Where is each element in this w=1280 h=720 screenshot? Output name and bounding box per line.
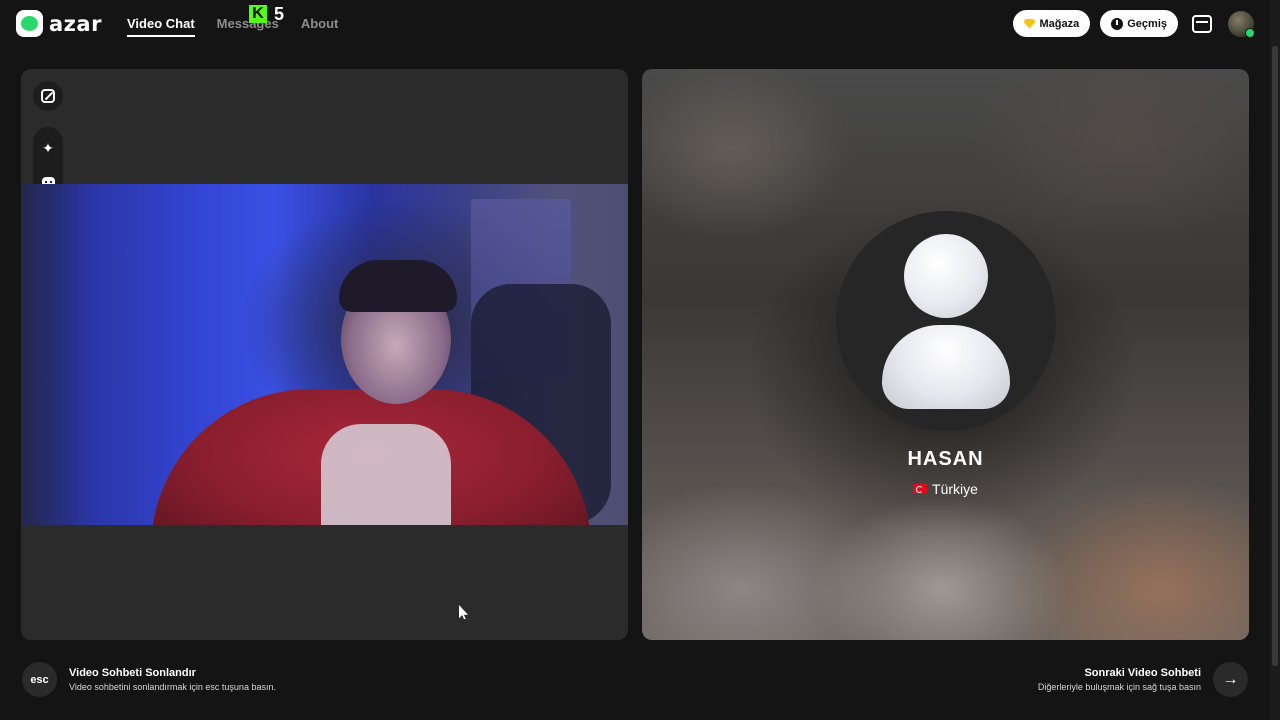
placeholder-head	[904, 234, 988, 318]
turkey-flag-icon	[913, 484, 928, 494]
history-button[interactable]: Geçmiş	[1100, 10, 1178, 37]
shop-label: Mağaza	[1039, 17, 1080, 30]
partner-location: Türkiye	[642, 481, 1249, 497]
end-chat-title: Video Sohbeti Sonlandır	[69, 667, 196, 679]
nav-about[interactable]: About	[301, 16, 339, 37]
stream-overlay-number: 5	[274, 4, 285, 24]
main-nav: Video Chat Messages About	[127, 16, 338, 37]
nav-messages[interactable]: Messages	[217, 16, 279, 37]
next-chat-title: Sonraki Video Sohbeti	[1084, 667, 1201, 679]
partner-video-panel: HASAN Türkiye	[642, 69, 1249, 640]
shop-button[interactable]: Mağaza	[1012, 10, 1091, 37]
profile-avatar[interactable]	[1228, 10, 1255, 38]
self-camera-feed	[21, 184, 628, 525]
history-label: Geçmiş	[1127, 17, 1167, 30]
fullscreen-button[interactable]	[33, 81, 63, 111]
top-header: azar Video Chat Messages About K 5 Mağaz…	[0, 0, 1280, 48]
mouse-cursor-icon	[459, 605, 468, 619]
next-chat-button[interactable]: →	[1213, 662, 1248, 697]
stream-overlay-k-icon: K	[249, 5, 267, 23]
placeholder-body	[882, 325, 1010, 409]
partner-country: Türkiye	[932, 481, 978, 497]
end-chat-hint: esc Video Sohbeti Sonlandır Video sohbet…	[22, 662, 276, 697]
inbox-icon[interactable]	[1192, 14, 1212, 33]
person-hair	[339, 260, 457, 312]
online-status-dot	[1245, 27, 1255, 38]
end-chat-subtitle: Video sohbetini sonlandırmak için esc tu…	[69, 682, 276, 692]
next-chat-hint: Sonraki Video Sohbeti Diğerleriyle buluş…	[1038, 662, 1248, 697]
gem-icon	[1023, 18, 1036, 29]
clock-icon	[1111, 17, 1124, 30]
nav-video-chat[interactable]: Video Chat	[127, 16, 195, 37]
scrollbar-thumb[interactable]	[1272, 46, 1278, 666]
azar-logo-icon	[16, 10, 43, 37]
partner-name: HASAN	[907, 448, 984, 470]
header-actions: Mağaza Geçmiş	[1012, 10, 1255, 38]
expand-icon	[41, 89, 55, 103]
my-video-panel: ✦	[21, 69, 628, 640]
azar-logo[interactable]: azar	[16, 10, 102, 37]
magic-wand-icon[interactable]: ✦	[33, 133, 63, 163]
partner-avatar	[836, 211, 1056, 431]
esc-button[interactable]: esc	[22, 662, 57, 697]
jacket-stripe	[321, 424, 451, 525]
next-chat-subtitle: Diğerleriyle buluşmak için sağ tuşa bası…	[1037, 682, 1201, 692]
logo-text: azar	[49, 11, 102, 36]
page-scrollbar[interactable]	[1270, 0, 1280, 720]
arrow-right-icon: →	[1222, 670, 1239, 688]
